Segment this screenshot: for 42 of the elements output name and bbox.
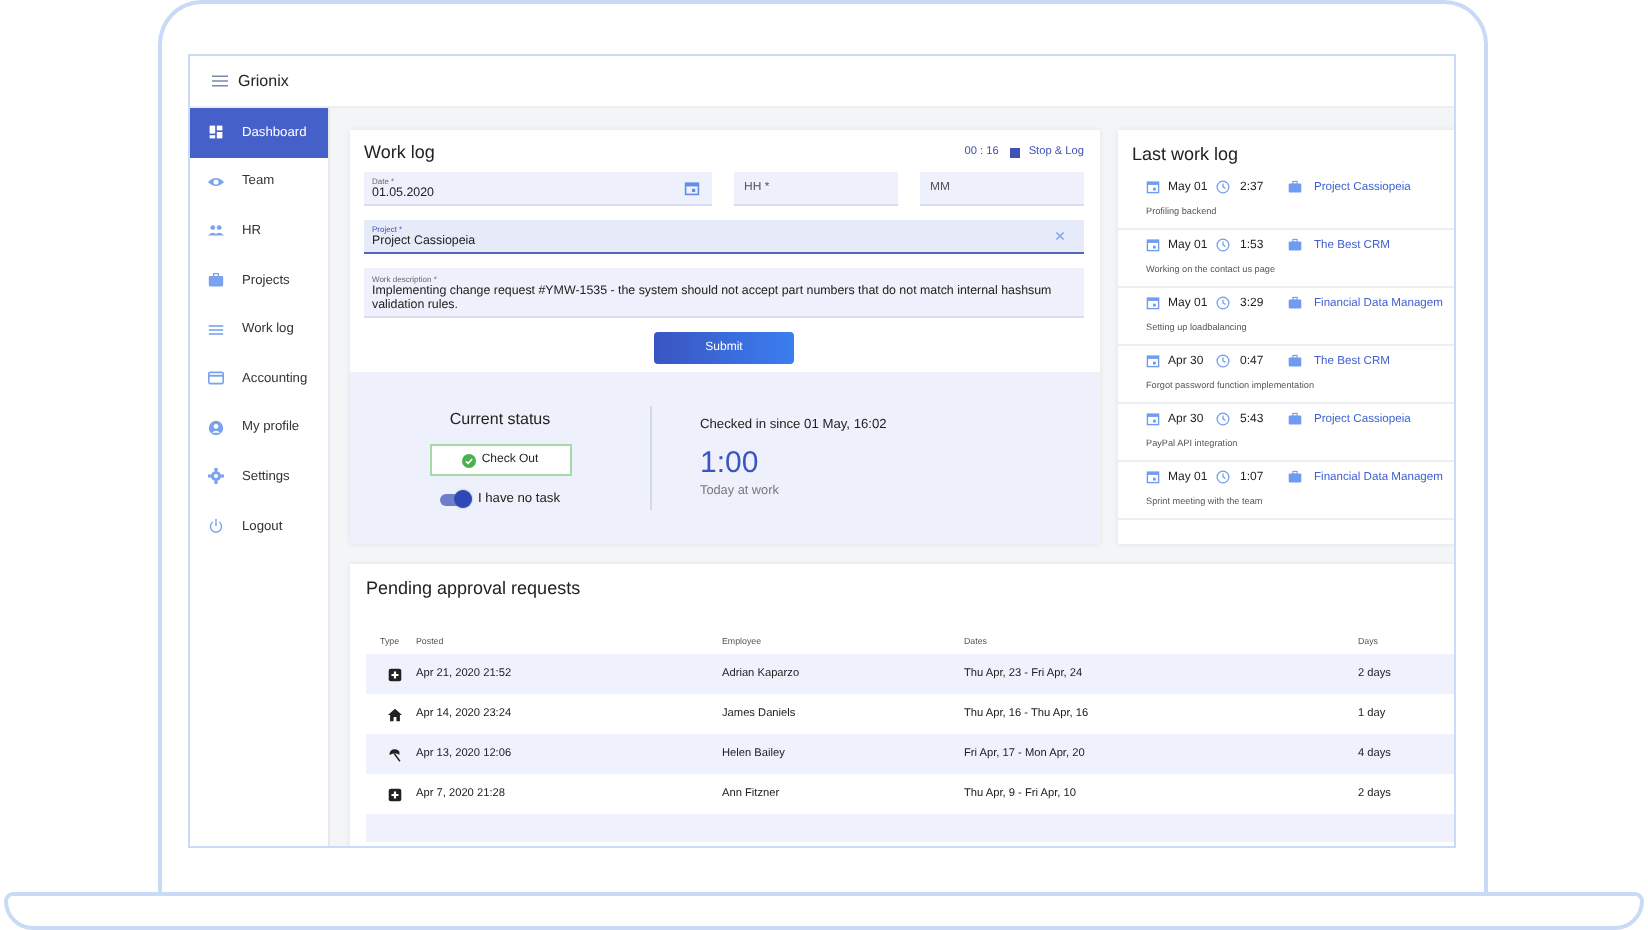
calendar-icon: [1146, 470, 1160, 484]
calendar-icon: [1146, 238, 1160, 252]
people-icon: [208, 222, 224, 239]
eye-icon: [208, 173, 224, 190]
settings-icon: [208, 468, 224, 485]
first-aid-icon: [388, 667, 402, 681]
card-title: Work log: [364, 142, 435, 162]
briefcase-icon: [208, 272, 224, 289]
grid-icon: [208, 124, 224, 141]
clear-icon[interactable]: [1054, 230, 1066, 242]
clock-icon: [1216, 470, 1230, 484]
calendar-icon: [1146, 296, 1160, 310]
work-time: 1:00: [700, 446, 759, 480]
card-icon: [208, 370, 224, 387]
calendar-icon: [1146, 354, 1160, 368]
status-title: Current status: [449, 410, 551, 428]
umbrella-icon: [388, 747, 402, 761]
card-title: Last work log: [1132, 144, 1241, 164]
clock-icon: [1216, 296, 1230, 310]
briefcase-icon: [1288, 470, 1302, 484]
first-aid-icon: [388, 787, 402, 801]
clock-icon: [1216, 412, 1230, 426]
list-icon: [208, 321, 224, 338]
card-title: Pending approval requests: [366, 578, 583, 598]
briefcase-icon: [1288, 238, 1302, 252]
person-icon: [208, 419, 224, 436]
briefcase-icon: [1288, 180, 1302, 194]
briefcase-icon: [1288, 412, 1302, 426]
home-icon: [388, 707, 402, 721]
clock-icon: [1216, 354, 1230, 368]
power-icon: [208, 518, 224, 535]
menu-icon[interactable]: [212, 74, 228, 88]
clock-icon: [1216, 180, 1230, 194]
calendar-icon[interactable]: [684, 180, 700, 196]
calendar-icon: [1146, 412, 1160, 426]
briefcase-icon: [1288, 354, 1302, 368]
calendar-icon: [1146, 180, 1160, 194]
check-icon: [461, 453, 476, 467]
briefcase-icon: [1288, 296, 1302, 310]
toggle-switch[interactable]: [439, 493, 470, 505]
app-name: Grionix: [238, 72, 289, 90]
clock-icon: [1216, 238, 1230, 252]
